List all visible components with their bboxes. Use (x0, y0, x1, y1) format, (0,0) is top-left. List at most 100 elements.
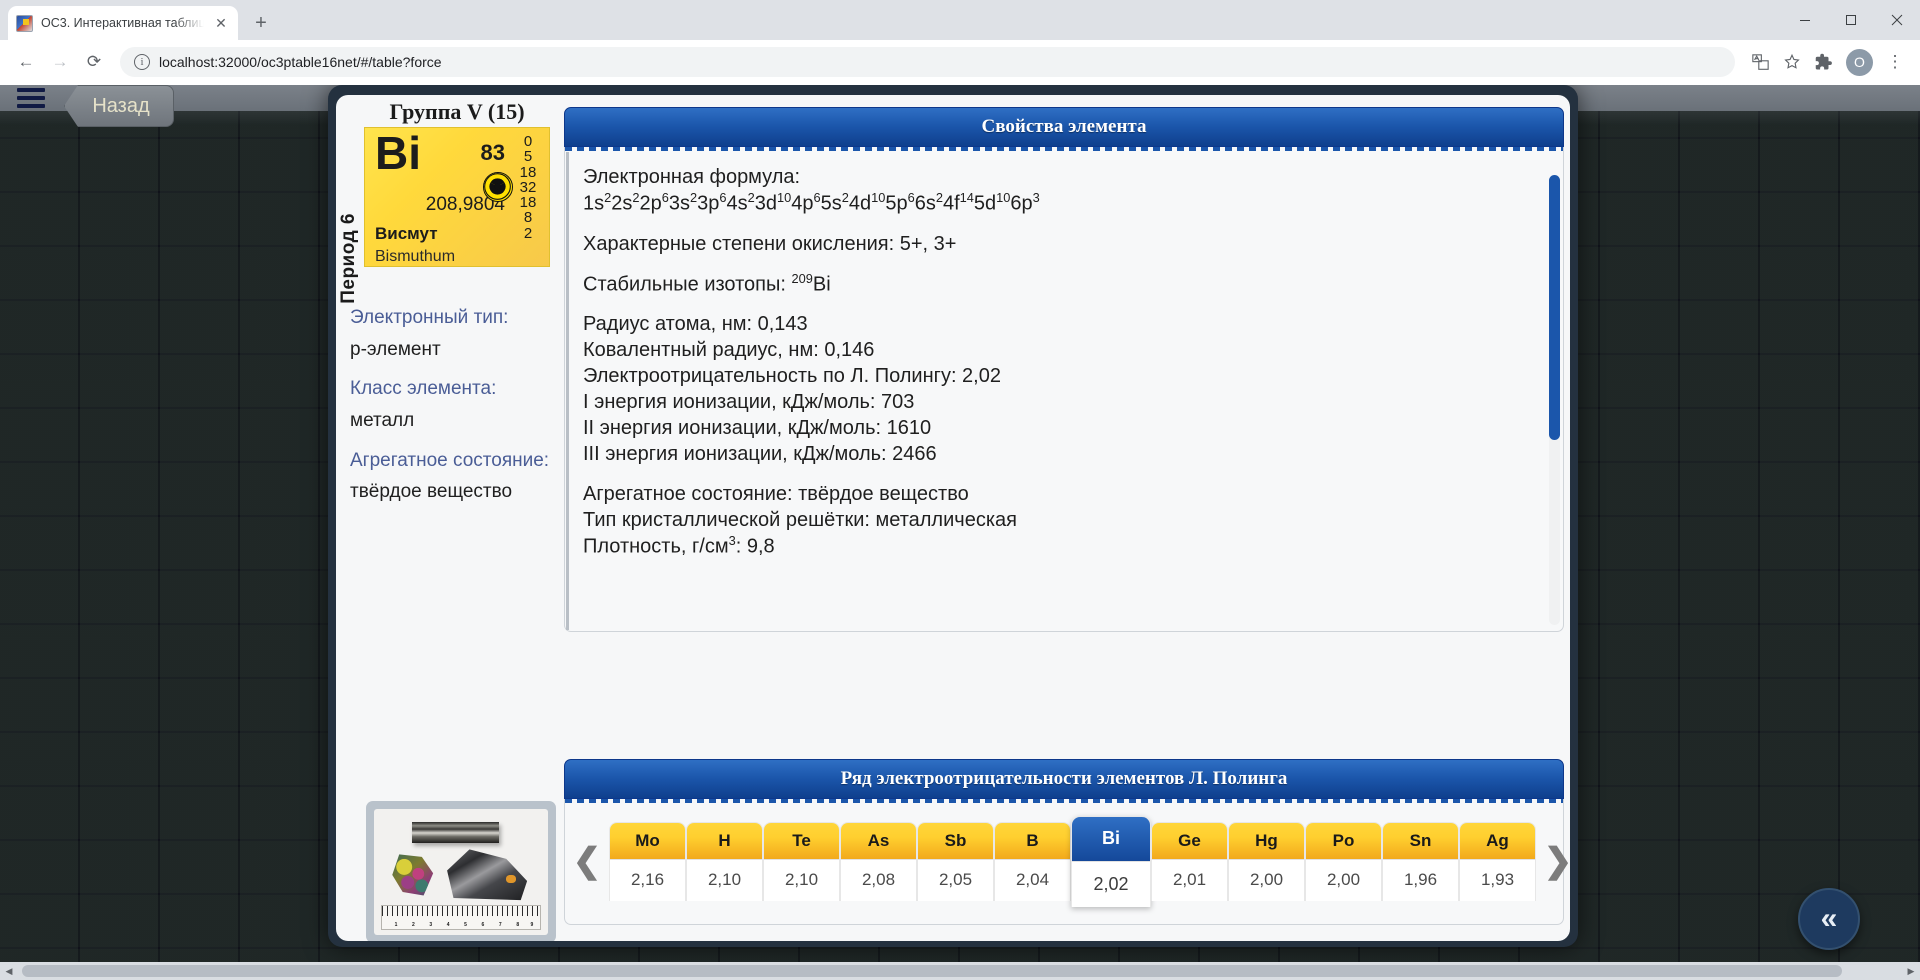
en-symbol: Ag (1460, 823, 1535, 859)
browser-tab[interactable]: OC3. Интерактивная таблица М ✕ (8, 6, 238, 40)
property-key: Класс элемента: (350, 376, 550, 402)
properties-line-isotopes: Стабильные изотопы: 209Bi (583, 271, 1540, 298)
element-quick-properties: Электронный тип: p-элемент Класс элемент… (350, 291, 550, 505)
scrollbar-thumb[interactable] (1549, 175, 1560, 440)
en-symbol: Sn (1383, 823, 1458, 859)
forward-icon[interactable]: → (44, 46, 76, 78)
en-cell-mo[interactable]: Mo 2,16 (609, 822, 686, 901)
element-symbol: Bi (375, 130, 421, 176)
en-value: 2,04 (995, 859, 1070, 901)
browser-menu-icon[interactable]: ⋮ (1880, 47, 1910, 77)
profile-avatar[interactable]: O (1846, 49, 1873, 76)
properties-scroll-area[interactable]: Электронная формула: 1s22s22p63s23p64s23… (566, 152, 1562, 630)
properties-line: III энергия ионизации, кДж/моль: 2466 (583, 441, 1540, 467)
spacer (583, 257, 1540, 271)
en-symbol: Sb (918, 823, 993, 859)
browser-toolbar: ← → ⟳ i localhost:32000/oc3ptable16net/#… (0, 40, 1920, 85)
bookmark-star-icon[interactable] (1777, 47, 1807, 77)
window-close-icon[interactable] (1874, 4, 1920, 36)
bismuth-ingot-shape (412, 822, 499, 843)
properties-line: II энергия ионизации, кДж/моль: 1610 (583, 415, 1540, 441)
property-key: Агрегатное состояние: (350, 448, 550, 474)
en-value: 2,02 (1072, 861, 1150, 907)
spacer (583, 217, 1540, 231)
en-cell-bi-active[interactable]: Bi 2,02 (1071, 816, 1151, 907)
electronegativity-panel-body: ❮ Mo 2,16 H 2,10 (564, 799, 1564, 925)
minimize-icon[interactable] (1782, 4, 1828, 36)
en-symbol: Hg (1229, 823, 1304, 859)
extensions-icon[interactable] (1809, 47, 1839, 77)
properties-line-formula: 1s22s22p63s23p64s23d104p65s24d105p66s24f… (583, 190, 1540, 217)
properties-text: Электронная формула: 1s22s22p63s23p64s23… (583, 164, 1540, 560)
en-cell-sb[interactable]: Sb 2,05 (917, 822, 994, 901)
en-value: 2,08 (841, 859, 916, 901)
next-arrow-icon[interactable]: ❯ (1536, 844, 1570, 878)
en-cell-te[interactable]: Te 2,10 (763, 822, 840, 901)
site-info-icon[interactable]: i (134, 54, 150, 70)
en-symbol: B (995, 823, 1070, 859)
en-cell-h[interactable]: H 2,10 (686, 822, 763, 901)
reload-icon[interactable]: ⟳ (78, 46, 110, 78)
electronegativity-panel-header: Ряд электроотрицательности элементов Л. … (564, 759, 1564, 799)
en-symbol: As (841, 823, 916, 859)
en-cell-ag[interactable]: Ag 1,93 (1459, 822, 1536, 901)
element-tile[interactable]: Bi 83 208,9804 Висмут Bismuthum (364, 127, 550, 267)
shell-count: 32 (520, 180, 537, 195)
property-key: Электронный тип: (350, 305, 550, 331)
prev-arrow-icon[interactable]: ❮ (565, 844, 609, 878)
en-cell-b[interactable]: B 2,04 (994, 822, 1071, 901)
properties-line-density: Плотность, г/см3: 9,8 (583, 533, 1540, 560)
en-value: 2,00 (1306, 859, 1381, 901)
collapse-panel-button[interactable]: « (1798, 888, 1860, 950)
property-value: металл (350, 408, 550, 434)
en-cell-po[interactable]: Po 2,00 (1305, 822, 1382, 901)
en-value: 2,10 (764, 859, 839, 901)
hamburger-menu-icon[interactable] (14, 85, 48, 111)
back-button[interactable]: Назад (64, 85, 174, 127)
shell-count: 18 (520, 195, 537, 210)
horizontal-scrollbar[interactable]: ◀ ▶ (0, 962, 1920, 980)
maximize-icon[interactable] (1828, 4, 1874, 36)
favicon-icon (16, 15, 33, 32)
en-symbol: Po (1306, 823, 1381, 859)
spacer (583, 467, 1540, 481)
properties-line: Ковалентный радиус, нм: 0,146 (583, 337, 1540, 363)
scroll-right-icon[interactable]: ▶ (1902, 962, 1920, 980)
modal-content: Группа V (15) Период 6 Bi 83 208,9804 Ви… (336, 95, 1570, 941)
en-cell-hg[interactable]: Hg 2,00 (1228, 822, 1305, 901)
en-cell-sn[interactable]: Sn 1,96 (1382, 822, 1459, 901)
en-value: 1,96 (1383, 859, 1458, 901)
horizontal-scrollbar-thumb[interactable] (22, 965, 1842, 977)
dotted-divider (565, 799, 1563, 803)
bismuth-crystal-shape (391, 854, 435, 897)
url-text: localhost:32000/oc3ptable16net/#/table?f… (159, 54, 442, 70)
en-cell-as[interactable]: As 2,08 (840, 822, 917, 901)
en-symbol: Bi (1072, 817, 1150, 861)
back-icon[interactable]: ← (10, 46, 42, 78)
element-detail-column: Свойства элемента Электронная формула: 1… (554, 95, 1570, 941)
en-value: 2,16 (610, 859, 685, 901)
close-icon[interactable]: ✕ (212, 14, 230, 32)
en-value: 2,01 (1152, 859, 1227, 901)
en-symbol: Ge (1152, 823, 1227, 859)
en-symbol: Mo (610, 823, 685, 859)
en-cell-ge[interactable]: Ge 2,01 (1151, 822, 1228, 901)
new-tab-button[interactable]: + (246, 8, 276, 38)
properties-scrollbar[interactable] (1549, 175, 1560, 625)
electronegativity-row: ❮ Mo 2,16 H 2,10 (565, 805, 1563, 917)
dotted-divider (565, 147, 1563, 151)
translate-icon[interactable] (1745, 47, 1775, 77)
tab-strip: OC3. Интерактивная таблица М ✕ + (0, 0, 1920, 40)
properties-line: Агрегатное состояние: твёрдое вещество (583, 481, 1540, 507)
shell-count: 5 (524, 149, 532, 164)
scroll-left-icon[interactable]: ◀ (0, 962, 18, 980)
properties-panel-body: Электронная формула: 1s22s22p63s23p64s23… (564, 147, 1564, 632)
group-label: Группа V (15) (364, 99, 550, 125)
address-bar[interactable]: i localhost:32000/oc3ptable16net/#/table… (120, 47, 1735, 77)
en-value: 1,93 (1460, 859, 1535, 901)
electronegativity-panel: Ряд электроотрицательности элементов Л. … (564, 759, 1564, 927)
element-detail-modal: Группа V (15) Период 6 Bi 83 208,9804 Ви… (328, 85, 1578, 947)
bismuth-ore-shape (447, 849, 527, 902)
element-photo[interactable]: 123 456 789 (366, 801, 556, 941)
properties-line: Электроотрицательность по Л. Полингу: 2,… (583, 363, 1540, 389)
